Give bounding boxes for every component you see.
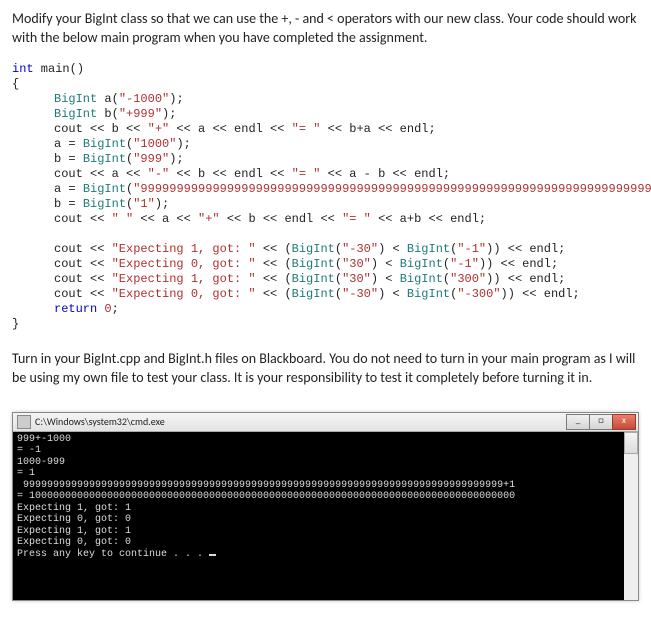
cursor-icon bbox=[209, 554, 216, 556]
code-block: int main() { BigInt a("-1000"); BigInt b… bbox=[12, 62, 639, 332]
outro-text: Turn in your BigInt.cpp and BigInt.h fil… bbox=[12, 350, 639, 388]
close-button[interactable]: x bbox=[612, 414, 636, 430]
window-title: C:\Windows\system32\cmd.exe bbox=[35, 415, 165, 428]
maximize-button[interactable]: □ bbox=[589, 414, 613, 430]
kw-int: int bbox=[12, 62, 34, 76]
console-window: C:\Windows\system32\cmd.exe _ □ x 999+-1… bbox=[12, 412, 639, 602]
title-bar[interactable]: C:\Windows\system32\cmd.exe _ □ x bbox=[13, 413, 638, 432]
scrollbar-thumb[interactable] bbox=[624, 432, 638, 454]
minimize-button[interactable]: _ bbox=[566, 414, 590, 430]
cmd-icon bbox=[17, 415, 31, 429]
instruction-text: Modify your BigInt class so that we can … bbox=[12, 10, 639, 48]
console-output[interactable]: 999+-1000 = -1 1000-999 = 1 999999999999… bbox=[13, 432, 638, 601]
